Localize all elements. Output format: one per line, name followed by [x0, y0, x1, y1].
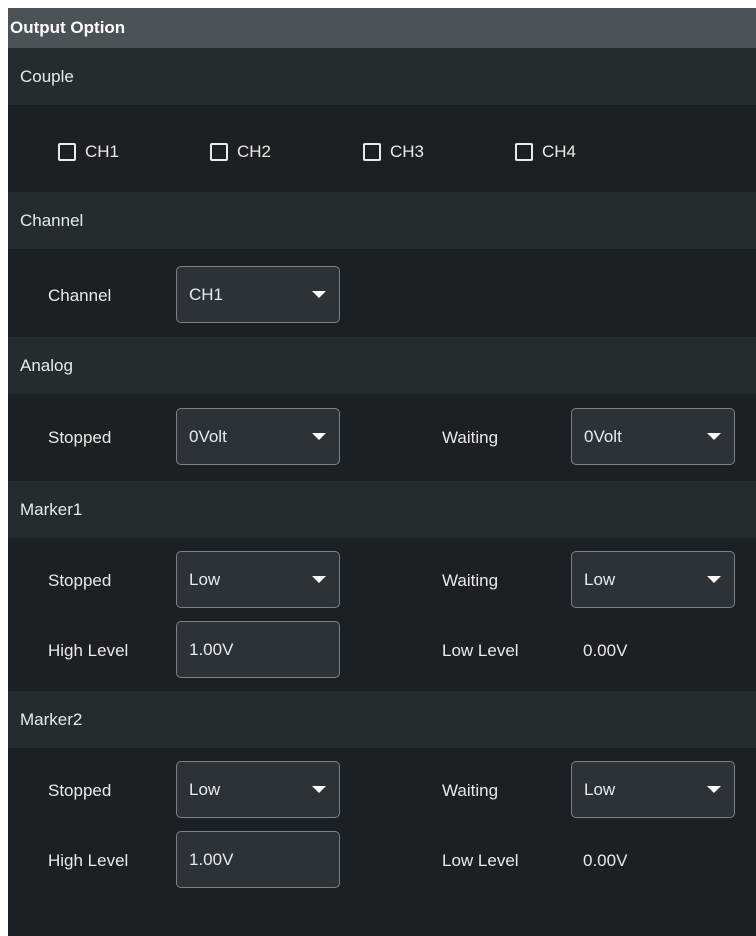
- chevron-down-icon: [707, 576, 721, 583]
- analog-stopped-label: Stopped: [48, 428, 112, 447]
- section-couple: Couple: [8, 48, 756, 105]
- chevron-down-icon: [312, 433, 326, 440]
- chevron-down-icon: [707, 433, 721, 440]
- chevron-down-icon: [312, 786, 326, 793]
- section-analog: Analog: [8, 337, 756, 394]
- checkbox-ch1[interactable]: CH1: [58, 142, 119, 162]
- marker1-high-level-input[interactable]: 1.00V: [176, 621, 340, 678]
- analog-waiting-dropdown[interactable]: 0Volt: [571, 408, 735, 465]
- marker1-waiting-dropdown[interactable]: Low: [571, 551, 735, 608]
- marker2-stopped-label: Stopped: [48, 781, 112, 800]
- marker1-stopped-value: Low: [189, 570, 221, 589]
- checkbox-icon: [58, 143, 76, 161]
- marker1-waiting-value: Low: [584, 570, 616, 589]
- marker2-waiting-label: Waiting: [442, 781, 499, 800]
- checkbox-ch2[interactable]: CH2: [210, 142, 271, 162]
- checkbox-ch4[interactable]: CH4: [515, 142, 576, 162]
- checkbox-label: CH1: [85, 142, 120, 161]
- checkbox-label: CH2: [237, 142, 272, 161]
- channel-dropdown-value: CH1: [189, 285, 224, 304]
- marker1-waiting-label: Waiting: [442, 571, 499, 590]
- marker1-high-level-value: 1.00V: [189, 640, 234, 659]
- marker2-high-level-input[interactable]: 1.00V: [176, 831, 340, 888]
- analog-waiting-value: 0Volt: [584, 427, 622, 446]
- marker2-low-level-value: 0.00V: [583, 851, 628, 870]
- chevron-down-icon: [312, 576, 326, 583]
- chevron-down-icon: [312, 291, 326, 298]
- marker2-stopped-dropdown[interactable]: Low: [176, 761, 340, 818]
- checkbox-icon: [515, 143, 533, 161]
- marker2-waiting-dropdown[interactable]: Low: [571, 761, 735, 818]
- marker2-low-level-label: Low Level: [442, 851, 519, 870]
- output-option-panel: Output Option Couple CH1 CH2 CH3 CH4 Cha…: [8, 8, 756, 936]
- channel-dropdown[interactable]: CH1: [176, 266, 340, 323]
- marker1-low-level-value: 0.00V: [583, 641, 628, 660]
- checkbox-ch3[interactable]: CH3: [363, 142, 424, 162]
- checkbox-label: CH4: [542, 142, 577, 161]
- chevron-down-icon: [707, 786, 721, 793]
- analog-stopped-dropdown[interactable]: 0Volt: [176, 408, 340, 465]
- marker1-stopped-dropdown[interactable]: Low: [176, 551, 340, 608]
- marker2-waiting-value: Low: [584, 780, 616, 799]
- channel-label: Channel: [48, 286, 112, 305]
- marker2-high-level-label: High Level: [48, 851, 129, 870]
- marker2-high-level-value: 1.00V: [189, 850, 234, 869]
- marker2-stopped-value: Low: [189, 780, 221, 799]
- section-channel: Channel: [8, 192, 756, 249]
- panel-title: Output Option: [8, 8, 756, 48]
- marker1-low-level-label: Low Level: [442, 641, 519, 660]
- analog-stopped-value: 0Volt: [189, 427, 227, 446]
- marker1-stopped-label: Stopped: [48, 571, 112, 590]
- section-marker1: Marker1: [8, 481, 756, 538]
- marker1-high-level-label: High Level: [48, 641, 129, 660]
- analog-waiting-label: Waiting: [442, 428, 499, 447]
- checkbox-icon: [210, 143, 228, 161]
- checkbox-icon: [363, 143, 381, 161]
- section-marker2: Marker2: [8, 691, 756, 748]
- checkbox-label: CH3: [390, 142, 425, 161]
